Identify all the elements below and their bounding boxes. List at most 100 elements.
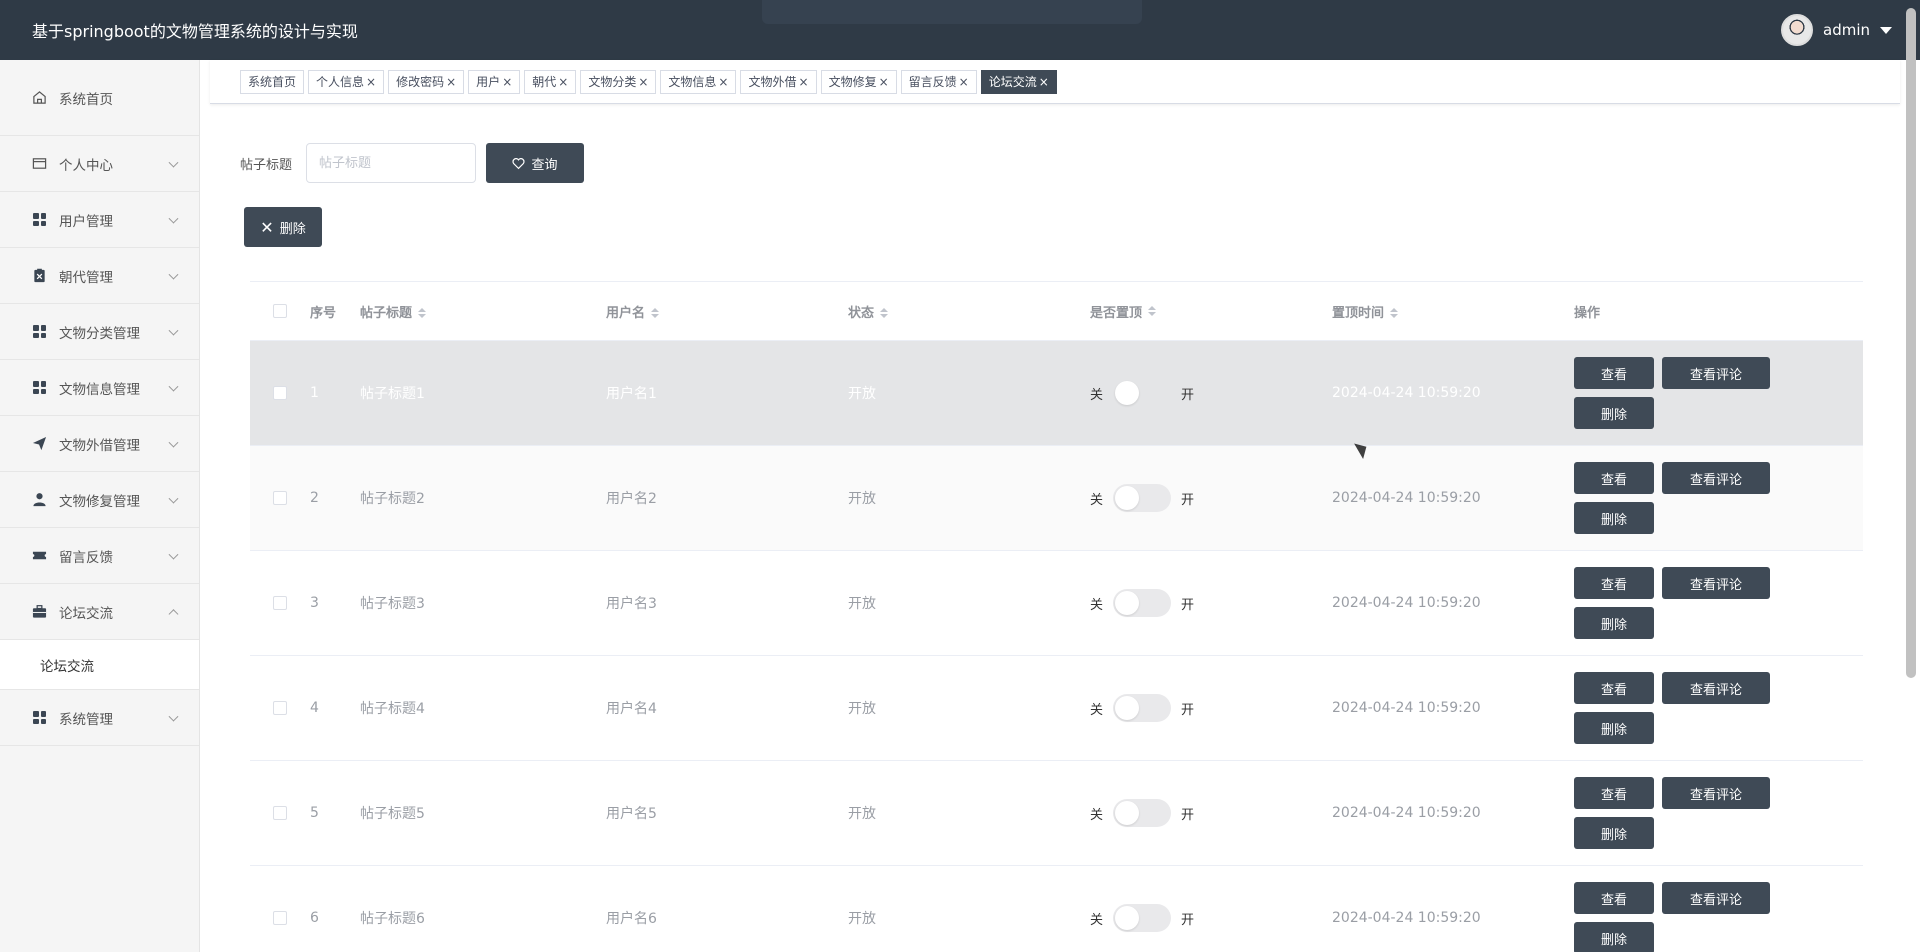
- sidebar-item-profile[interactable]: 个人中心: [0, 136, 199, 192]
- top-switch[interactable]: [1113, 799, 1172, 827]
- row-checkbox[interactable]: [273, 911, 287, 925]
- close-icon[interactable]: ×: [502, 75, 512, 89]
- sidebar-subitem-forum[interactable]: 论坛交流: [0, 640, 199, 690]
- table-row[interactable]: 2 帖子标题2 用户名2 开放关开 2024-04-24 10:59:20 查看 查看评论删…: [250, 446, 1863, 551]
- tab-user[interactable]: 用户 ×: [468, 69, 521, 94]
- tab-dynasty[interactable]: 朝代 ×: [524, 69, 577, 94]
- sidebar-item-label: 文物分类管理: [59, 325, 140, 342]
- sidebar-item-users[interactable]: 用户管理: [0, 192, 199, 248]
- search-input[interactable]: [306, 143, 476, 183]
- tab-relic-info[interactable]: 文物信息 ×: [660, 69, 737, 94]
- sort-icon[interactable]: [418, 308, 427, 318]
- row-checkbox[interactable]: [273, 491, 287, 505]
- username[interactable]: admin: [1823, 21, 1870, 39]
- col-top[interactable]: 是否置顶: [1090, 302, 1332, 321]
- close-icon[interactable]: ×: [1039, 75, 1049, 89]
- close-icon[interactable]: ×: [959, 75, 969, 89]
- view-comments-button[interactable]: 查看评论: [1662, 357, 1770, 389]
- view-button[interactable]: 查看: [1574, 777, 1654, 809]
- view-comments-button[interactable]: 查看评论: [1662, 672, 1770, 704]
- view-button[interactable]: 查看: [1574, 357, 1654, 389]
- tab-relic-loan[interactable]: 文物外借 ×: [740, 69, 817, 94]
- sidebar-item-label: 留言反馈: [59, 549, 113, 566]
- close-icon[interactable]: ×: [718, 75, 728, 89]
- sidebar-item-relic-info[interactable]: 文物信息管理: [0, 360, 199, 416]
- top-switch[interactable]: [1113, 484, 1172, 512]
- sidebar-item-home[interactable]: 系统首页: [0, 60, 199, 136]
- view-button[interactable]: 查看: [1574, 462, 1654, 494]
- table-row[interactable]: 5 帖子标题5 用户名5 开放关开 2024-04-24 10:59:20 查看 查看评论删…: [250, 761, 1863, 866]
- select-all-checkbox[interactable]: [273, 304, 287, 318]
- tab-relic-category[interactable]: 文物分类 ×: [580, 69, 657, 94]
- close-icon[interactable]: ×: [799, 75, 809, 89]
- sidebar-item-relic-category[interactable]: 文物分类管理: [0, 304, 199, 360]
- row-checkbox[interactable]: [273, 386, 287, 400]
- view-button[interactable]: 查看: [1574, 672, 1654, 704]
- view-button[interactable]: 查看: [1574, 567, 1654, 599]
- row-checkbox[interactable]: [273, 701, 287, 715]
- table-row[interactable]: 3 帖子标题3 用户名3 开放关开 2024-04-24 10:59:20 查看 查看评论删…: [250, 551, 1863, 656]
- tab-feedback[interactable]: 留言反馈 ×: [900, 69, 977, 94]
- avatar[interactable]: [1781, 14, 1813, 46]
- card-icon: [32, 156, 47, 171]
- view-comments-button[interactable]: 查看评论: [1662, 462, 1770, 494]
- view-button[interactable]: 查看: [1574, 882, 1654, 914]
- tab-home[interactable]: 系统首页: [240, 69, 305, 94]
- top-switch[interactable]: [1113, 904, 1172, 932]
- tab-personal-info[interactable]: 个人信息 ×: [308, 69, 385, 94]
- sort-icon[interactable]: [1390, 308, 1399, 318]
- view-comments-button[interactable]: 查看评论: [1662, 567, 1770, 599]
- sidebar-item-label: 用户管理: [59, 213, 113, 230]
- sort-icon[interactable]: [880, 308, 889, 318]
- user-menu[interactable]: admin: [1781, 14, 1892, 46]
- view-comments-button[interactable]: 查看评论: [1662, 777, 1770, 809]
- top-switch[interactable]: [1113, 694, 1172, 722]
- close-icon[interactable]: ×: [446, 75, 456, 89]
- sidebar-item-dynasty[interactable]: 朝代管理: [0, 248, 199, 304]
- col-top-time[interactable]: 置顶时间: [1332, 302, 1574, 321]
- row-checkbox[interactable]: [273, 806, 287, 820]
- close-icon[interactable]: ×: [558, 75, 568, 89]
- cell-top-time: 2024-04-24 10:59:20: [1332, 595, 1481, 611]
- sidebar-item-relic-loan[interactable]: 文物外借管理: [0, 416, 199, 472]
- table-row[interactable]: 4 帖子标题4 用户名4 开放关开 2024-04-24 10:59:20 查看 查看评论删…: [250, 656, 1863, 761]
- page-scrollbar[interactable]: [1906, 8, 1916, 678]
- batch-delete-button[interactable]: ✕ 删除: [244, 207, 322, 247]
- tab-forum[interactable]: 论坛交流 ×: [980, 69, 1057, 94]
- sort-icon[interactable]: [651, 308, 660, 318]
- row-checkbox[interactable]: [273, 596, 287, 610]
- close-icon[interactable]: ×: [879, 75, 889, 89]
- cell-top-time: 2024-04-24 10:59:20: [1332, 805, 1481, 821]
- delete-button[interactable]: 删除: [1574, 607, 1654, 639]
- sidebar-item-system[interactable]: 系统管理: [0, 690, 199, 746]
- col-ops: 操作: [1574, 305, 1601, 321]
- sidebar-item-feedback[interactable]: 留言反馈: [0, 528, 199, 584]
- table-row[interactable]: 6 帖子标题6 用户名6 开放关开 2024-04-24 10:59:20 查看 查看评论删…: [250, 866, 1863, 952]
- switch-off-label: 关: [1090, 807, 1104, 823]
- sort-icon[interactable]: [1148, 306, 1157, 316]
- top-switch[interactable]: [1113, 589, 1172, 617]
- query-button[interactable]: 查询: [486, 143, 584, 183]
- tab-change-password[interactable]: 修改密码 ×: [388, 69, 465, 94]
- sidebar-item-forum[interactable]: 论坛交流: [0, 584, 199, 640]
- cell-index: 1: [310, 385, 319, 401]
- col-title[interactable]: 帖子标题: [360, 302, 606, 321]
- switch-off-label: 关: [1090, 597, 1104, 613]
- close-icon[interactable]: ×: [366, 75, 376, 89]
- delete-button[interactable]: 删除: [1574, 922, 1654, 952]
- delete-button[interactable]: 删除: [1574, 397, 1654, 429]
- grid-icon: [32, 380, 47, 395]
- col-username[interactable]: 用户名: [606, 302, 848, 321]
- top-switch[interactable]: [1113, 379, 1172, 407]
- tags-view: 系统首页 个人信息 × 修改密码 × 用户 × 朝代 × 文物分类 × 文物信息 × 文物外…: [210, 60, 1900, 104]
- tab-relic-repair[interactable]: 文物修复 ×: [820, 69, 897, 94]
- view-comments-button[interactable]: 查看评论: [1662, 882, 1770, 914]
- col-status[interactable]: 状态: [848, 302, 1090, 321]
- sidebar-item-relic-repair[interactable]: 文物修复管理: [0, 472, 199, 528]
- table-row[interactable]: 1 帖子标题1 用户名1 开放关开 2024-04-24 10:59:20 查看 查看评论删…: [250, 341, 1863, 446]
- delete-button[interactable]: 删除: [1574, 817, 1654, 849]
- caret-down-icon[interactable]: [1880, 26, 1892, 34]
- delete-button[interactable]: 删除: [1574, 502, 1654, 534]
- close-icon[interactable]: ×: [638, 75, 648, 89]
- delete-button[interactable]: 删除: [1574, 712, 1654, 744]
